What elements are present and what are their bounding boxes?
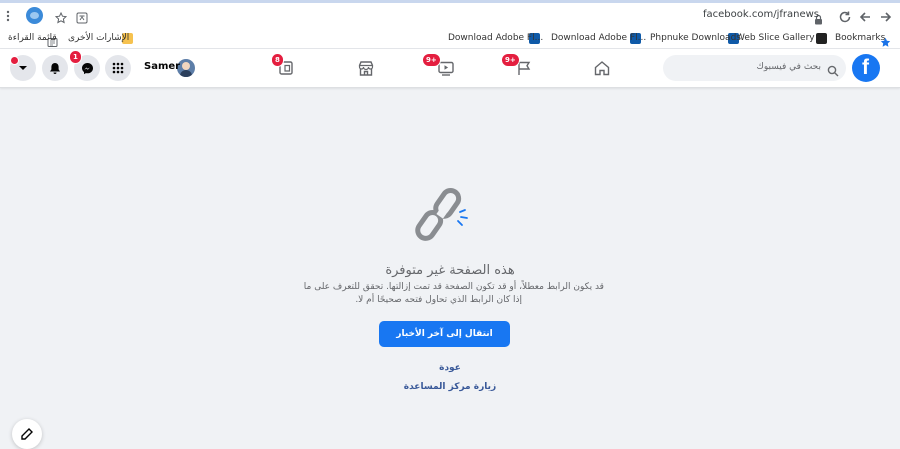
flag-notification-badge: 9+ [501,53,520,67]
browser-toolbar: facebook.com/jfranews [0,0,900,30]
bookmarks-bar: Bookmarks Web Slice Gallery Phpnuke Down… [0,30,900,49]
error-description-line1: قد يكون الرابط معطلاً، أو قد تكون الصفحة… [303,282,604,292]
translate-icon[interactable] [76,9,88,24]
facebook-logo-icon[interactable]: f [852,54,880,82]
watch-notification-badge: 9+ [422,53,441,67]
facebook-navbar: f بحث في فيسبوك 9+ 9+ 8 Samer 1 [0,49,900,88]
forward-arrow-icon[interactable] [879,9,893,23]
back-link-row: عودة [0,355,900,374]
bookmark-item[interactable]: Phpnuke Downloads [650,33,741,43]
bookmark-item[interactable]: Download Adobe Fl... [551,33,646,43]
marketplace-tab-icon[interactable] [357,59,375,77]
bookmark-item[interactable]: Bookmarks [835,33,885,43]
profile-avatar-icon[interactable] [26,7,43,24]
new-message-button[interactable] [12,419,42,449]
address-bar-url[interactable]: facebook.com/jfranews [703,9,819,20]
tab-strip-edge [0,0,900,3]
error-description-line2-text: إذا كان الرابط الذي تحاول فتحه صحيحًا أم… [355,295,522,305]
error-title: هذه الصفحة غير متوفرة [385,263,515,278]
account-alert-dot [10,56,19,65]
bookmark-item[interactable]: Download Adobe Fl... [448,33,543,43]
help-link-row: زيارة مركز المساعدة [0,374,900,393]
back-link[interactable]: عودة [439,363,461,373]
kebab-menu-icon[interactable] [5,8,11,22]
notifications-button[interactable] [42,55,68,81]
go-to-news-feed-button[interactable]: انتقال إلى آخر الأخبار [379,321,510,347]
menu-grid-button[interactable] [105,55,131,81]
bookmark-item[interactable]: الإشارات الأخرى [68,33,129,43]
caret-down-icon [19,66,27,70]
home-tab-icon[interactable] [593,59,611,77]
search-icon [827,62,839,77]
messenger-notification-badge: 1 [69,50,82,64]
messenger-icon [81,62,93,74]
error-description-line2: إذا كان الرابط الذي تحاول فتحه صحيحًا أم… [296,295,604,305]
gaming-notification-badge: 8 [271,53,284,67]
web-slice-icon [816,33,827,44]
help-center-link[interactable]: زيارة مركز المساعدة [404,382,496,392]
grid-icon [112,62,124,74]
user-name[interactable]: Samer [144,61,180,72]
search-box[interactable]: بحث في فيسبوك [663,55,846,81]
back-arrow-icon[interactable] [858,9,872,23]
search-input[interactable]: بحث في فيسبوك [723,62,821,72]
broken-link-icon [412,182,472,248]
bookmark-item[interactable]: Web Slice Gallery [736,33,815,43]
bookmark-item[interactable]: قائمة القراءة [8,33,57,43]
reload-icon[interactable] [838,9,852,23]
bookmark-star-icon[interactable] [54,9,68,24]
bell-icon [50,62,60,74]
